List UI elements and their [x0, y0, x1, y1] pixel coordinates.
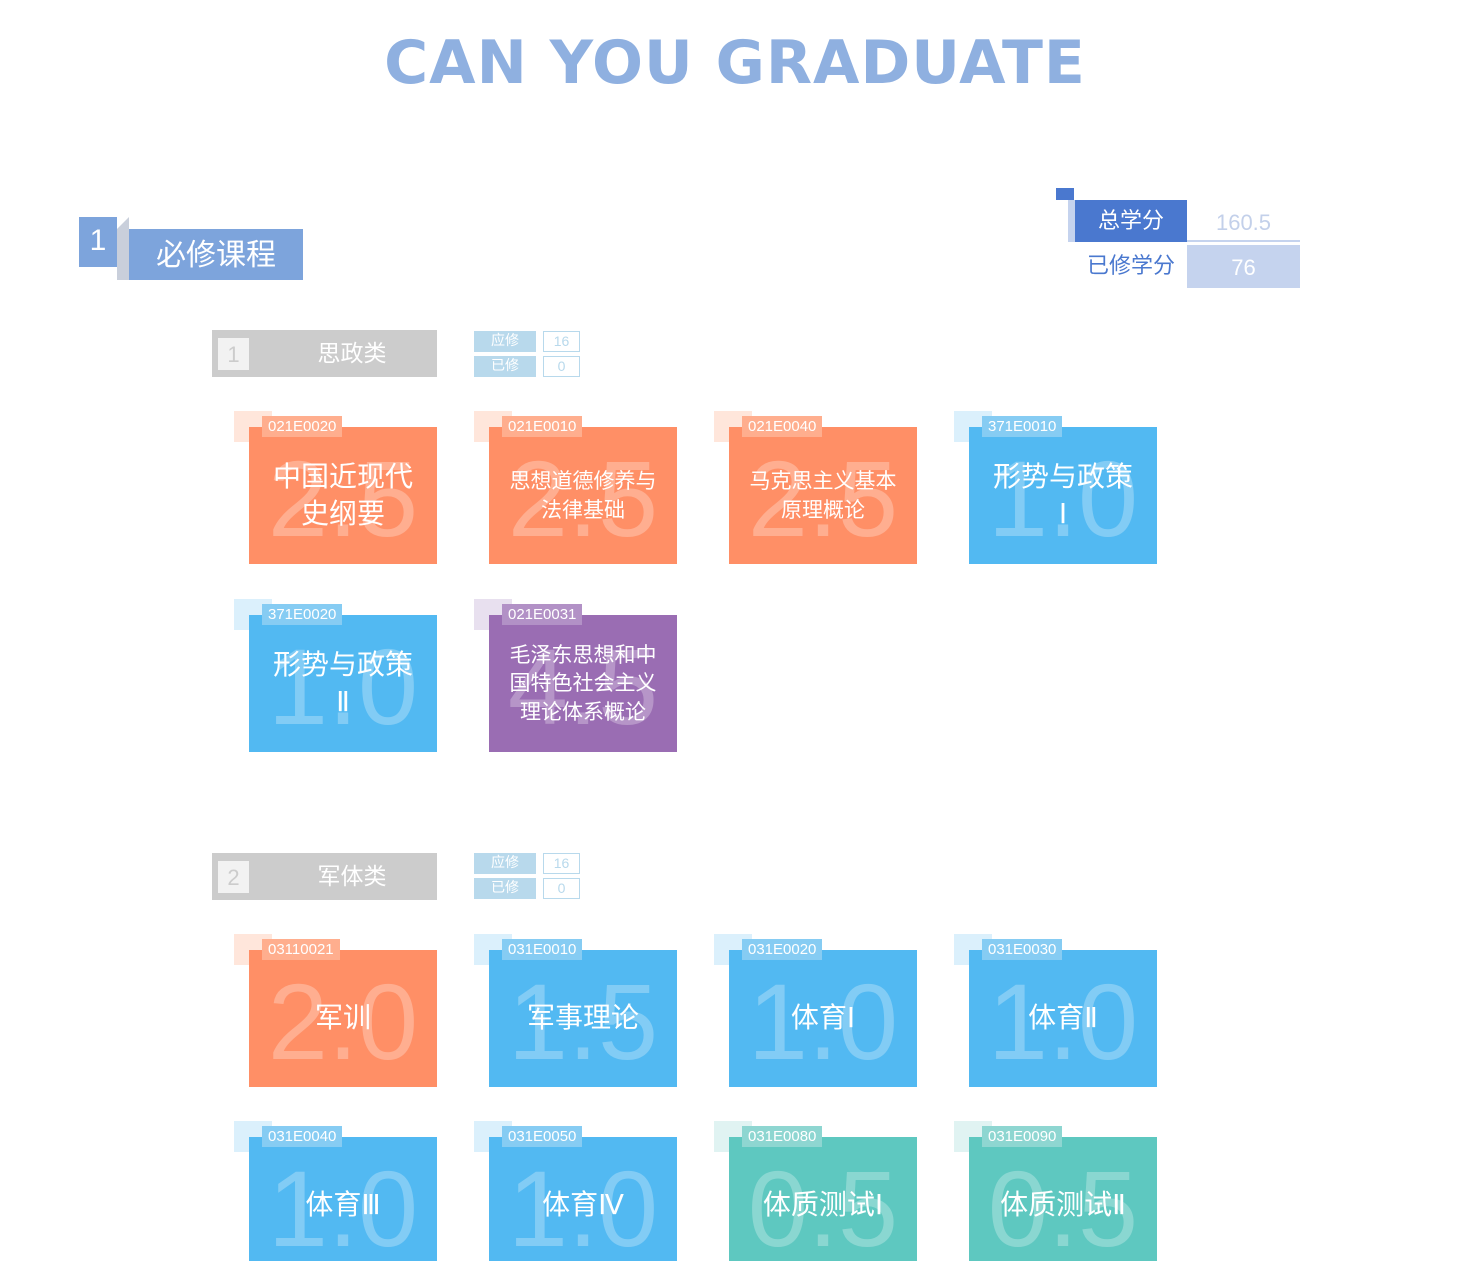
earned-credits-label: 已修	[474, 356, 536, 377]
course-name: 军事理论	[526, 1001, 639, 1035]
course-code: 03110021	[262, 939, 340, 960]
course-name: 体育Ⅱ	[1028, 1001, 1098, 1035]
course-name: 军训	[314, 1001, 371, 1035]
course-name: 中国近现代 史纲要	[272, 460, 413, 530]
course-card[interactable]: 1.0 体育Ⅰ 031E0020	[714, 934, 917, 1087]
credit-panel-corner	[1056, 188, 1074, 200]
required-credits-value: 16	[543, 331, 580, 352]
category-number: 1	[218, 338, 249, 370]
credit-panel-edge	[1068, 200, 1075, 242]
course-card[interactable]: 2.5 马克思主义基本 原理概论 021E0040	[714, 411, 917, 564]
course-card[interactable]: 4.5 毛泽东思想和中 国特色社会主义 理论体系概论 021E0031	[474, 599, 677, 752]
course-card[interactable]: 2.5 思想道德修养与 法律基础 021E0010	[474, 411, 677, 564]
earned-credits-label: 已修	[474, 878, 536, 899]
earned-credits-value: 76	[1187, 245, 1300, 288]
earned-credits-value: 0	[543, 356, 580, 377]
course-code: 031E0030	[982, 939, 1063, 960]
category-stats-military-sports: 应修 16 已修 0	[474, 853, 580, 903]
earned-credits-label: 已修学分	[1086, 254, 1175, 279]
course-card[interactable]: 0.5 体质测试Ⅰ 031E0080	[714, 1121, 917, 1261]
course-name: 体育Ⅳ	[542, 1188, 624, 1222]
earned-credits-value: 0	[543, 878, 580, 899]
course-card[interactable]: 2.0 军训 03110021	[234, 934, 437, 1087]
category-header-politics[interactable]: 1 思政类	[212, 330, 437, 377]
course-code: 031E0080	[742, 1126, 823, 1147]
section-title: 必修课程	[129, 229, 303, 280]
section-fold-shadow	[117, 229, 129, 280]
total-credits-value: 160.5	[1187, 200, 1300, 242]
course-code: 031E0090	[982, 1126, 1063, 1147]
course-name: 体质测试Ⅱ	[1000, 1188, 1126, 1222]
course-code: 031E0020	[742, 939, 823, 960]
course-card[interactable]: 1.0 形势与政策 Ⅱ 371E0020	[234, 599, 437, 752]
section-fold	[117, 217, 129, 229]
course-name: 形势与政策 Ⅱ	[272, 648, 413, 718]
section-number: 1	[79, 217, 117, 267]
course-code: 031E0040	[262, 1126, 343, 1147]
course-code: 371E0010	[982, 416, 1063, 437]
course-code: 371E0020	[262, 604, 343, 625]
course-card[interactable]: 1.0 形势与政策 Ⅰ 371E0010	[954, 411, 1157, 564]
required-credits-label: 应修	[474, 331, 536, 352]
course-name: 毛泽东思想和中 国特色社会主义 理论体系概论	[509, 642, 657, 724]
required-credits-value: 16	[543, 853, 580, 874]
course-name: 思想道德修养与 法律基础	[509, 469, 657, 522]
category-header-military-sports[interactable]: 2 军体类	[212, 853, 437, 900]
category-name: 思政类	[317, 341, 387, 367]
category-name: 军体类	[317, 864, 387, 890]
course-card[interactable]: 2.5 中国近现代 史纲要 021E0020	[234, 411, 437, 564]
course-code: 031E0050	[502, 1126, 583, 1147]
category-number: 2	[218, 861, 249, 893]
page-title: CAN YOU GRADUATE	[384, 28, 1086, 98]
course-code: 021E0020	[262, 416, 343, 437]
course-card[interactable]: 1.5 军事理论 031E0010	[474, 934, 677, 1087]
course-name: 体育Ⅲ	[305, 1188, 381, 1222]
course-card[interactable]: 1.0 体育Ⅱ 031E0030	[954, 934, 1157, 1087]
course-code: 021E0031	[502, 604, 583, 625]
course-code: 021E0040	[742, 416, 823, 437]
course-name: 体育Ⅰ	[790, 1001, 856, 1035]
course-card[interactable]: 1.0 体育Ⅳ 031E0050	[474, 1121, 677, 1261]
course-name: 体质测试Ⅰ	[762, 1188, 884, 1222]
category-stats-politics: 应修 16 已修 0	[474, 331, 580, 381]
required-credits-label: 应修	[474, 853, 536, 874]
course-name: 形势与政策 Ⅰ	[992, 460, 1133, 530]
course-name: 马克思主义基本 原理概论	[749, 469, 897, 522]
course-code: 021E0010	[502, 416, 583, 437]
total-credits-label: 总学分	[1075, 200, 1187, 242]
course-card[interactable]: 1.0 体育Ⅲ 031E0040	[234, 1121, 437, 1261]
course-card[interactable]: 0.5 体质测试Ⅱ 031E0090	[954, 1121, 1157, 1261]
course-code: 031E0010	[502, 939, 583, 960]
